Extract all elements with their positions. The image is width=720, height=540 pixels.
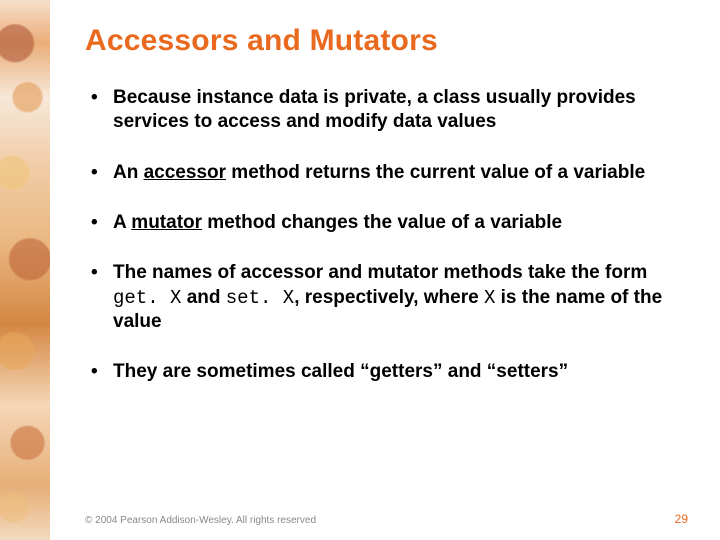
bullet-item: Because instance data is private, a clas…	[85, 86, 688, 135]
copyright-text: © 2004 Pearson Addison-Wesley. All right…	[85, 515, 316, 526]
code-text: set. X	[226, 287, 294, 309]
bullet-text: An	[113, 162, 144, 183]
slide: Accessors and Mutators Because instance …	[0, 0, 720, 540]
slide-footer: © 2004 Pearson Addison-Wesley. All right…	[85, 512, 688, 526]
bullet-text: and	[181, 287, 225, 308]
bullet-item: The names of accessor and mutator method…	[85, 261, 688, 334]
code-text: X	[484, 287, 495, 309]
bullet-text: A	[113, 212, 131, 233]
bullet-text: method returns the current value of a va…	[226, 162, 645, 183]
decorative-leaf-strip	[0, 0, 50, 540]
bullet-list: Because instance data is private, a clas…	[85, 86, 688, 385]
slide-content: Accessors and Mutators Because instance …	[85, 24, 688, 500]
bullet-text: The names of accessor and mutator method…	[113, 262, 647, 283]
bullet-item: They are sometimes called “getters” and …	[85, 360, 688, 384]
page-number: 29	[675, 512, 688, 526]
bullet-text: They are sometimes called “getters” and …	[113, 361, 568, 382]
bullet-item: A mutator method changes the value of a …	[85, 211, 688, 235]
bullet-item: An accessor method returns the current v…	[85, 161, 688, 185]
code-text: get. X	[113, 287, 181, 309]
bullet-text: method changes the value of a variable	[202, 212, 562, 233]
bullet-text: , respectively, where	[294, 287, 484, 308]
underlined-term: mutator	[131, 212, 202, 233]
bullet-text: Because instance data is private, a clas…	[113, 87, 636, 132]
underlined-term: accessor	[144, 162, 226, 183]
slide-title: Accessors and Mutators	[85, 24, 688, 58]
